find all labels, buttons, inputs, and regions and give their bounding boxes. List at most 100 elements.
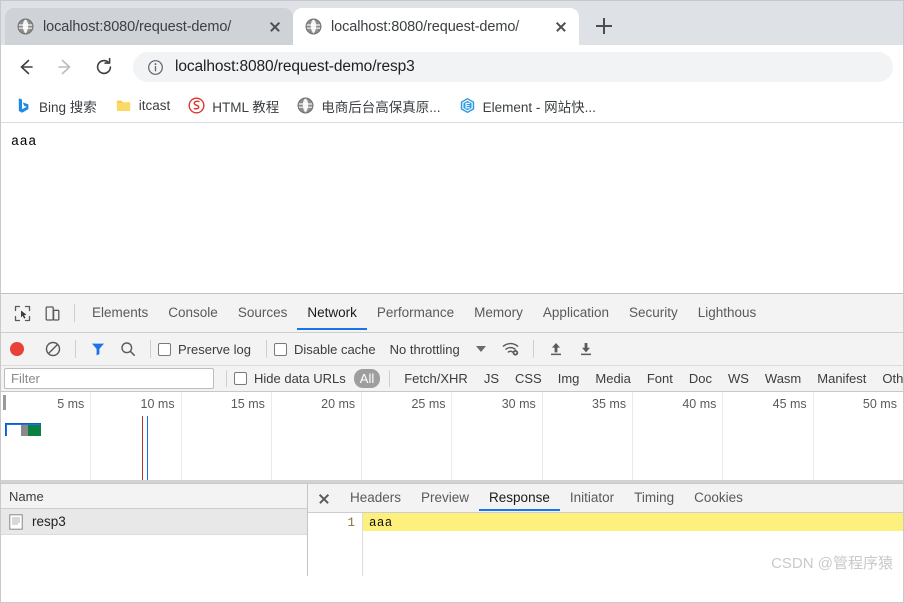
- preserve-log-checkbox-group[interactable]: Preserve log: [158, 342, 251, 357]
- type-filter-font[interactable]: Font: [640, 369, 680, 388]
- toolbar-divider: [150, 340, 151, 358]
- forward-arrow-icon[interactable]: [50, 52, 80, 82]
- detail-tab-response[interactable]: Response: [479, 485, 560, 511]
- timeline-cell: 5 ms: [1, 392, 92, 483]
- bookmark-html-tutorial[interactable]: HTML 教程: [184, 93, 287, 119]
- hide-data-urls-checkbox[interactable]: [234, 372, 247, 385]
- reload-icon[interactable]: [89, 52, 119, 82]
- table-row[interactable]: resp3: [1, 509, 307, 535]
- response-body-viewer: 1 aaa CSDN @管程序猿: [308, 513, 903, 576]
- devtools-tab-application[interactable]: Application: [533, 296, 619, 330]
- detail-tab-headers[interactable]: Headers: [340, 485, 411, 511]
- disable-cache-checkbox[interactable]: [273, 342, 287, 356]
- tab-strip: localhost:8080/request-demo/ localhost:8…: [1, 1, 903, 45]
- timeline-tick: 10 ms: [140, 397, 175, 411]
- search-icon[interactable]: [113, 335, 143, 363]
- filter-divider: [226, 370, 227, 387]
- type-filter-fetch-xhr[interactable]: Fetch/XHR: [397, 369, 475, 388]
- toolbar-divider: [75, 340, 76, 358]
- request-list: Name resp3: [1, 484, 308, 576]
- info-circle-icon[interactable]: [147, 59, 164, 76]
- toolbar-divider: [265, 340, 267, 358]
- devtools-tab-lighthouse[interactable]: Lighthous: [688, 296, 767, 330]
- type-filter-css[interactable]: CSS: [508, 369, 549, 388]
- timeline-cell: 50 ms: [814, 392, 903, 483]
- new-tab-button[interactable]: [589, 11, 619, 41]
- bookmark-bing[interactable]: Bing 搜索: [11, 93, 105, 119]
- clear-network-icon[interactable]: [38, 335, 68, 363]
- detail-tab-initiator[interactable]: Initiator: [560, 485, 624, 511]
- devtools-tab-security[interactable]: Security: [619, 296, 688, 330]
- detail-tab-cookies[interactable]: Cookies: [684, 485, 753, 511]
- timeline-cell: 40 ms: [633, 392, 724, 483]
- devtools-tab-performance[interactable]: Performance: [367, 296, 464, 330]
- timing-segment-download: [28, 425, 41, 436]
- detail-tab-preview[interactable]: Preview: [411, 485, 479, 511]
- timeline-start-marker: [3, 395, 6, 410]
- wifi-settings-icon[interactable]: [496, 335, 526, 363]
- tab-close-icon[interactable]: [265, 17, 285, 37]
- throttling-select[interactable]: No throttling: [390, 342, 460, 357]
- type-filter-all[interactable]: All: [353, 369, 381, 388]
- bookmark-ecommerce-prototype[interactable]: 电商后台高保真原...: [293, 93, 448, 119]
- back-arrow-icon[interactable]: [11, 52, 41, 82]
- devtools-tab-bar: Elements Console Sources Network Perform…: [1, 294, 903, 333]
- load-event-marker: [147, 416, 149, 483]
- timeline-cell: 20 ms: [272, 392, 363, 483]
- chevron-down-icon[interactable]: [475, 346, 486, 352]
- timeline-cell: 35 ms: [543, 392, 634, 483]
- globe-icon: [17, 18, 34, 35]
- inspect-cursor-icon[interactable]: [7, 299, 37, 327]
- type-filter-other[interactable]: Othe: [875, 369, 903, 388]
- funnel-filter-icon[interactable]: [83, 335, 113, 363]
- request-detail-tabbar: Headers Preview Response Initiator Timin…: [308, 484, 903, 513]
- page-viewport: aaa: [1, 123, 903, 293]
- type-filter-js[interactable]: JS: [477, 369, 506, 388]
- type-filter-media[interactable]: Media: [588, 369, 637, 388]
- hide-data-urls-checkbox-group[interactable]: Hide data URLs: [234, 371, 346, 386]
- devtools-tab-console[interactable]: Console: [158, 296, 228, 330]
- tab-close-icon[interactable]: [551, 17, 571, 37]
- type-filter-img[interactable]: Img: [551, 369, 587, 388]
- bookmark-label: HTML 教程: [212, 99, 280, 115]
- devtools-tab-network[interactable]: Network: [297, 296, 367, 330]
- timeline-tick: 50 ms: [862, 397, 897, 411]
- network-detail-split: Name resp3 Headers Preview Response Init: [1, 484, 903, 576]
- bookmark-label: 电商后台高保真原...: [321, 99, 441, 115]
- timeline-tick: 45 ms: [772, 397, 807, 411]
- type-filter-ws[interactable]: WS: [721, 369, 756, 388]
- timeline-cell: 15 ms: [182, 392, 272, 483]
- bookmark-itcast[interactable]: itcast: [111, 94, 179, 117]
- bing-icon: [18, 98, 29, 113]
- devtools-tab-elements[interactable]: Elements: [82, 296, 158, 330]
- browser-tab-1[interactable]: localhost:8080/request-demo/: [5, 8, 293, 45]
- timeline-cell: 25 ms: [362, 392, 453, 483]
- filter-input[interactable]: [4, 368, 214, 389]
- close-icon[interactable]: [312, 486, 336, 510]
- request-timing-bar: [5, 423, 41, 436]
- upload-arrow-icon[interactable]: [541, 335, 571, 363]
- folder-icon: [116, 100, 130, 111]
- network-control-bar: Preserve log Disable cache No throttling: [1, 333, 903, 365]
- watermark: CSDN @管程序猿: [771, 555, 893, 572]
- download-arrow-icon[interactable]: [571, 335, 601, 363]
- timeline-scrollbar[interactable]: [1, 480, 903, 483]
- timeline-tick: 25 ms: [411, 397, 446, 411]
- address-bar[interactable]: localhost:8080/request-demo/resp3: [133, 52, 893, 82]
- type-filter-wasm[interactable]: Wasm: [758, 369, 808, 388]
- device-toggle-icon[interactable]: [37, 299, 67, 327]
- record-button-icon[interactable]: [10, 342, 24, 356]
- browser-tab-2[interactable]: localhost:8080/request-demo/: [293, 8, 579, 45]
- disable-cache-label: Disable cache: [293, 341, 376, 357]
- type-filter-doc[interactable]: Doc: [682, 369, 719, 388]
- type-filter-manifest[interactable]: Manifest: [810, 369, 873, 388]
- disable-cache-checkbox-group[interactable]: Disable cache: [273, 341, 376, 357]
- bookmarks-bar: Bing 搜索 itcast HTML 教程 电商后台高保真原... Eleme…: [1, 89, 903, 123]
- devtools-tab-sources[interactable]: Sources: [228, 296, 298, 330]
- network-overview-timeline[interactable]: 5 ms 10 ms 15 ms 20 ms 25 ms 30 ms 35 ms…: [1, 392, 903, 484]
- bookmark-element[interactable]: Element - 网站快...: [455, 93, 604, 119]
- detail-tab-timing[interactable]: Timing: [624, 485, 684, 511]
- devtools-tab-memory[interactable]: Memory: [464, 296, 533, 330]
- browser-window: localhost:8080/request-demo/ localhost:8…: [0, 0, 904, 603]
- preserve-log-checkbox[interactable]: [158, 342, 171, 356]
